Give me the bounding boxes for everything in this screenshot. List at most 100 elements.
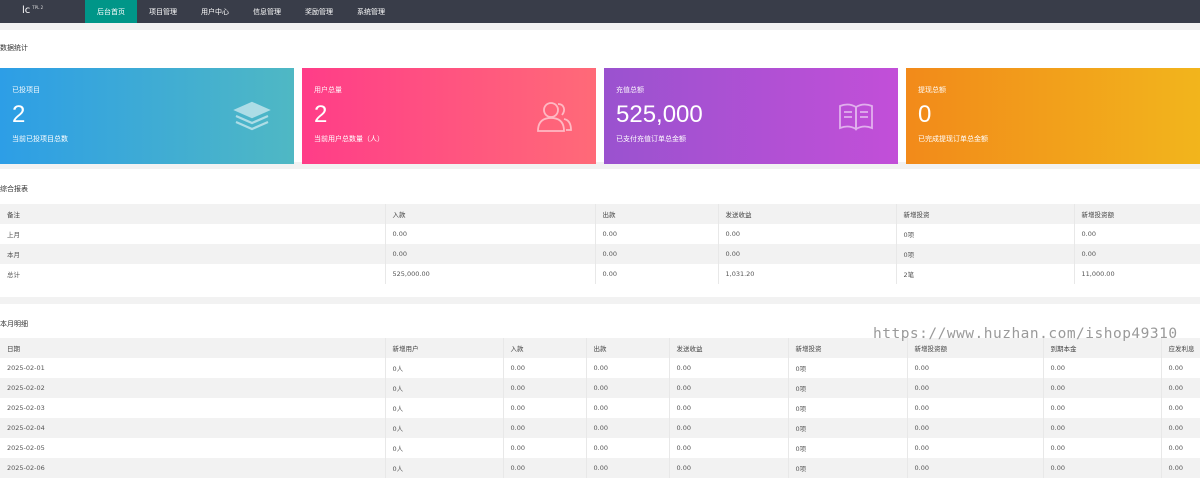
table-cell: 0.00 (669, 358, 789, 378)
table-cell: 0.00 (907, 418, 1044, 438)
table-cell: 0.00 (907, 458, 1044, 478)
stat-label: 充值总额 (616, 86, 644, 94)
table-row: 2025-02-01 0人 0.00 0.00 0.00 0项 0.00 0.00 0.00 (0, 358, 1200, 378)
table-cell: 0.00 (1161, 398, 1200, 418)
table-header-row: 备注 入款 出款 发送收益 新增投资 新增投资额 (0, 204, 1200, 224)
table-cell: 0.00 (669, 398, 789, 418)
column-header: 发送收益 (718, 204, 897, 224)
column-header: 新增投资额 (1074, 204, 1200, 224)
table-cell: 0.00 (586, 398, 670, 418)
table-cell: 0.00 (907, 378, 1044, 398)
table-cell: 0项 (896, 244, 1075, 264)
table-cell: 0.00 (586, 418, 670, 438)
table-cell: 0.00 (1043, 438, 1162, 458)
table-cell: 0.00 (1161, 358, 1200, 378)
table-cell: 0项 (788, 358, 908, 378)
table-cell: 0.00 (907, 398, 1044, 418)
table-cell: 0.00 (1043, 398, 1162, 418)
table-cell: 总计 (0, 264, 386, 284)
table-cell: 2025-02-05 (0, 438, 386, 458)
table-cell: 0项 (788, 398, 908, 418)
table-cell: 0.00 (1161, 418, 1200, 438)
watermark: https://www.huzhan.com/ishop49310 (873, 326, 1178, 342)
table-cell: 0.00 (503, 358, 587, 378)
users-icon (537, 102, 572, 132)
table-cell: 0.00 (586, 458, 670, 478)
column-header: 日期 (0, 338, 386, 358)
table-cell: 0.00 (385, 244, 596, 264)
table-cell: 0.00 (586, 438, 670, 458)
column-header: 出款 (586, 338, 670, 358)
table-cell: 0.00 (503, 458, 587, 478)
table-cell: 0.00 (907, 358, 1044, 378)
table-cell: 0人 (385, 438, 504, 458)
table-row: 2025-02-04 0人 0.00 0.00 0.00 0项 0.00 0.00 0.00 (0, 418, 1200, 438)
table-row: 2025-02-02 0人 0.00 0.00 0.00 0项 0.00 0.00 0.00 (0, 378, 1200, 398)
table-cell: 2025-02-03 (0, 398, 386, 418)
stat-card-withdraw: 提现总额 0 已完成提现订单总金额 (906, 68, 1200, 164)
table-cell: 0.00 (503, 438, 587, 458)
nav-item-users[interactable]: 用户中心 (189, 0, 241, 23)
stats-title: 数据统计 (0, 44, 28, 52)
logo[interactable]: lc TPL 2 (0, 0, 85, 23)
stat-label: 提现总额 (918, 86, 946, 94)
table-cell: 0.00 (1074, 224, 1200, 244)
table-cell: 0.00 (595, 224, 719, 244)
table-cell: 0.00 (1161, 458, 1200, 478)
stat-card-projects: 已投项目 2 当前已投项目总数 (0, 68, 294, 164)
column-header: 备注 (0, 204, 386, 224)
table-cell: 0.00 (669, 438, 789, 458)
layers-icon (233, 101, 271, 131)
table-row: 2025-02-03 0人 0.00 0.00 0.00 0项 0.00 0.00 0.00 (0, 398, 1200, 418)
table-cell: 0.00 (1161, 438, 1200, 458)
table-cell: 0.00 (669, 378, 789, 398)
table-cell: 0项 (896, 224, 1075, 244)
table-cell: 0.00 (586, 378, 670, 398)
table-cell: 本月 (0, 244, 386, 264)
column-header: 入款 (385, 204, 596, 224)
table-cell: 0.00 (503, 418, 587, 438)
nav-item-system[interactable]: 系统管理 (345, 0, 397, 23)
report-title: 综合报表 (0, 185, 28, 193)
logo-version: TPL 2 (32, 5, 44, 10)
table-cell: 0.00 (595, 244, 719, 264)
table-cell: 0人 (385, 458, 504, 478)
table-cell: 0.00 (586, 358, 670, 378)
nav-item-rewards[interactable]: 奖励管理 (293, 0, 345, 23)
table-cell: 0.00 (718, 224, 897, 244)
nav-item-projects[interactable]: 项目管理 (137, 0, 189, 23)
column-header: 出款 (595, 204, 719, 224)
table-row: 2025-02-05 0人 0.00 0.00 0.00 0项 0.00 0.00 0.00 (0, 438, 1200, 458)
stat-label: 已投项目 (12, 86, 40, 94)
monthly-table: 日期 新增用户 入款 出款 发送收益 新增投资 新增投资额 到期本金 应发利息 … (0, 338, 1200, 478)
table-cell: 0.00 (1043, 378, 1162, 398)
book-icon (839, 103, 873, 131)
stat-cards: 已投项目 2 当前已投项目总数 用户总量 2 当前用户总数量（人） 充值总额 5… (0, 68, 1200, 164)
column-header: 发送收益 (669, 338, 789, 358)
table-cell: 2025-02-04 (0, 418, 386, 438)
table-row: 上月 0.00 0.00 0.00 0项 0.00 (0, 224, 1200, 244)
table-cell: 0.00 (385, 224, 596, 244)
nav-item-info[interactable]: 信息管理 (241, 0, 293, 23)
logo-text: lc (22, 5, 31, 16)
table-cell: 0.00 (595, 264, 719, 284)
table-row: 总计 525,000.00 0.00 1,031.20 2笔 11,000.00 (0, 264, 1200, 284)
table-cell: 0人 (385, 378, 504, 398)
stat-label: 用户总量 (314, 86, 342, 94)
stat-desc: 已完成提现订单总金额 (918, 135, 988, 143)
table-cell: 1,031.20 (718, 264, 897, 284)
table-cell: 0.00 (1074, 244, 1200, 264)
table-cell: 0项 (788, 458, 908, 478)
table-cell: 0人 (385, 398, 504, 418)
nav-item-home[interactable]: 后台首页 (85, 0, 137, 23)
table-cell: 0.00 (503, 378, 587, 398)
report-table: 备注 入款 出款 发送收益 新增投资 新增投资额 上月 0.00 0.00 0.… (0, 204, 1200, 284)
table-cell: 0.00 (1043, 418, 1162, 438)
table-cell: 0人 (385, 358, 504, 378)
table-cell: 0.00 (503, 398, 587, 418)
table-cell: 11,000.00 (1074, 264, 1200, 284)
table-row: 2025-02-06 0人 0.00 0.00 0.00 0项 0.00 0.00 0.00 (0, 458, 1200, 478)
table-row: 本月 0.00 0.00 0.00 0项 0.00 (0, 244, 1200, 264)
table-cell: 0项 (788, 378, 908, 398)
stat-value: 0 (918, 101, 932, 128)
